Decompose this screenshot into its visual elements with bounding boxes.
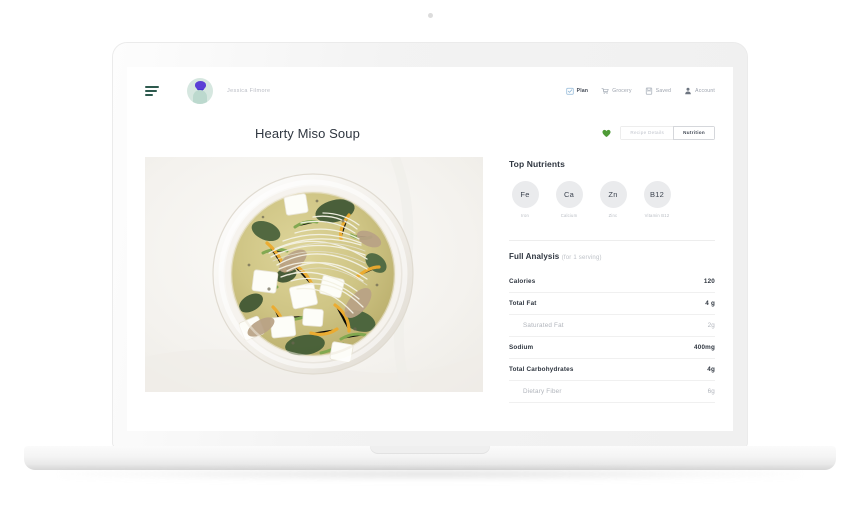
laptop-screen: Jessica Filmore Plan Grocery Saved Accou… (127, 67, 733, 431)
main-content: Top Nutrients Fe Iron Ca Calcium Zn Zinc… (127, 157, 733, 403)
laptop-base-notch (370, 446, 490, 454)
nutrient-chip-iron[interactable]: Fe Iron (509, 181, 541, 218)
tab-recipe-details[interactable]: Recipe Details (620, 125, 675, 141)
table-row: Sodium 400mg (509, 337, 715, 359)
full-analysis-title: Full Analysis (for 1 serving) (509, 252, 715, 261)
nutrient-chip-calcium[interactable]: Ca Calcium (553, 181, 585, 218)
nutrient-label: Calcium (560, 213, 578, 218)
table-row: Calories 120 (509, 271, 715, 293)
nutrition-panel: Top Nutrients Fe Iron Ca Calcium Zn Zinc… (509, 157, 715, 403)
calendar-check-icon (566, 87, 574, 95)
nutrient-chip-zinc[interactable]: Zn Zinc (597, 181, 629, 218)
laptop-base (24, 446, 836, 470)
nav-label-saved: Saved (655, 88, 672, 94)
row-label: Sodium (509, 344, 534, 351)
page-title: Hearty Miso Soup (255, 125, 360, 141)
row-value: 2g (707, 322, 715, 329)
user-name-label: Jessica Filmore (227, 88, 271, 94)
full-analysis-serving: (for 1 serving) (561, 255, 602, 261)
nav-label-plan: Plan (576, 88, 589, 94)
nutrient-label: Vitamin B12 (644, 213, 670, 218)
person-icon (685, 87, 691, 95)
nav-item-plan[interactable]: Plan (566, 87, 589, 95)
table-row: Total Fat 4 g (509, 293, 715, 315)
row-label: Total Fat (509, 300, 537, 307)
nav-item-account[interactable]: Account (684, 87, 715, 95)
laptop-mockup: Jessica Filmore Plan Grocery Saved Accou… (0, 0, 860, 523)
recipe-photo (145, 157, 483, 392)
avatar-body (193, 90, 207, 104)
shopping-cart-icon (601, 87, 609, 95)
hamburger-menu-icon[interactable] (145, 86, 159, 96)
view-toggle-group: Recipe Details Nutrition (620, 125, 715, 141)
laptop-shadow (60, 468, 800, 480)
nutrient-symbol: Fe (511, 181, 539, 208)
nav-label-account: Account (695, 88, 715, 94)
title-row: Hearty Miso Soup Recipe Details Nutritio… (127, 115, 733, 151)
app-header: Jessica Filmore Plan Grocery Saved Accou… (127, 67, 733, 115)
hamburger-line (145, 94, 153, 96)
nutrient-symbol: B12 (643, 181, 671, 208)
hamburger-line (145, 86, 159, 88)
row-value: 400mg (694, 344, 715, 351)
row-value: 4g (707, 366, 715, 373)
nutrition-table: Calories 120 Total Fat 4 g Saturated Fat… (509, 271, 715, 403)
avatar-hair (195, 81, 206, 89)
title-actions: Recipe Details Nutrition (602, 125, 715, 141)
row-label: Dietary Fiber (523, 388, 562, 395)
nutrient-label: Zinc (608, 213, 618, 218)
table-row: Dietary Fiber 6g (509, 381, 715, 403)
camera-dot (427, 13, 433, 18)
nutrient-chip-vitamin-b12[interactable]: B12 Vitamin B12 (641, 181, 673, 218)
screenshot-stage: Jessica Filmore Plan Grocery Saved Accou… (0, 0, 860, 523)
nutrient-symbol: Ca (555, 181, 583, 208)
nutrient-chips: Fe Iron Ca Calcium Zn Zinc B12 Vitamin B… (509, 181, 715, 218)
nav-label-grocery: Grocery (612, 88, 632, 94)
nav-item-grocery[interactable]: Grocery (601, 87, 632, 95)
row-value: 4 g (705, 300, 715, 307)
row-value: 120 (703, 278, 715, 285)
table-row: Saturated Fat 2g (509, 315, 715, 337)
top-nutrients-title: Top Nutrients (509, 159, 565, 169)
nutrient-symbol: Zn (599, 181, 627, 208)
row-value: 6g (707, 388, 715, 395)
bookmark-icon (645, 87, 652, 95)
header-nav: Plan Grocery Saved Account (566, 87, 715, 95)
user-avatar[interactable] (187, 78, 213, 104)
row-label: Total Carbohydrates (509, 366, 574, 373)
hamburger-line (145, 90, 157, 92)
row-label: Calories (509, 278, 536, 285)
tab-nutrition[interactable]: Nutrition (673, 125, 715, 141)
nutrient-label: Iron (520, 213, 530, 218)
panel-divider (509, 240, 715, 241)
table-row: Total Carbohydrates 4g (509, 359, 715, 381)
row-label: Saturated Fat (523, 322, 564, 329)
nav-item-saved[interactable]: Saved (645, 87, 671, 95)
miso-soup-bowl-photo (145, 157, 483, 392)
heart-icon[interactable] (602, 129, 611, 138)
full-analysis-label: Full Analysis (509, 252, 560, 261)
